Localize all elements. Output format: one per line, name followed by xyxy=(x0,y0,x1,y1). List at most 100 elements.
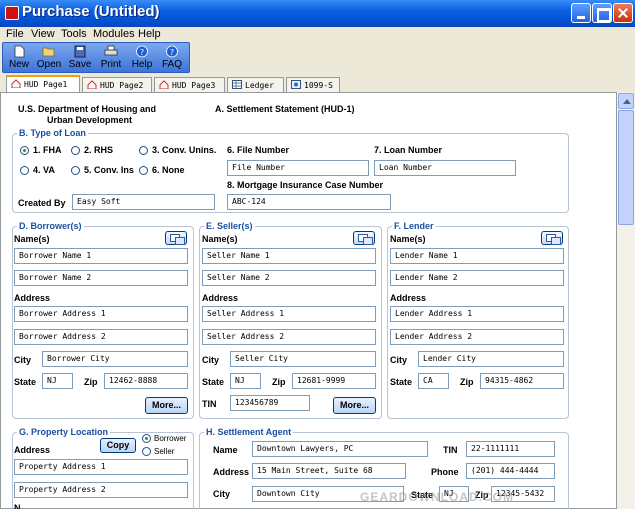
lender-name2-field[interactable]: Lender Name 2 xyxy=(390,270,564,286)
maximize-button[interactable] xyxy=(592,3,612,23)
radio-copy-borrower[interactable] xyxy=(142,434,151,443)
borrower-names-lookup-button[interactable] xyxy=(165,231,187,245)
seller-city-field[interactable]: Seller City xyxy=(230,351,376,367)
agent-tin-field[interactable]: 22-1111111 xyxy=(466,441,555,457)
property-next-label: N xyxy=(14,503,21,509)
lender-names-label: Name(s) xyxy=(390,234,426,244)
open-button[interactable]: Open xyxy=(35,44,63,73)
agent-address-field[interactable]: 15 Main Street, Suite 68 xyxy=(252,463,406,479)
borrower-zip-field[interactable]: 12462-8888 xyxy=(104,373,188,389)
borrower-state-label: State xyxy=(14,377,37,387)
department-line1: U.S. Department of Housing and xyxy=(18,104,157,114)
borrower-state-field[interactable]: NJ xyxy=(42,373,73,389)
seller-zip-field[interactable]: 12681-9999 xyxy=(292,373,376,389)
menu-view[interactable]: View xyxy=(31,28,55,40)
menu-modules[interactable]: Modules xyxy=(93,28,135,40)
open-folder-icon xyxy=(42,47,55,57)
lender-address1-field[interactable]: Lender Address 1 xyxy=(390,306,564,322)
radio-va[interactable] xyxy=(20,166,29,175)
seller-name1-field[interactable]: Seller Name 1 xyxy=(202,248,376,264)
new-button[interactable]: New xyxy=(6,44,32,73)
lender-names-lookup-button[interactable] xyxy=(541,231,563,245)
tab-ledger[interactable]: Ledger xyxy=(227,77,284,92)
menu-file[interactable]: File xyxy=(6,28,24,40)
seller-names-lookup-button[interactable] xyxy=(353,231,375,245)
radio-none[interactable] xyxy=(139,166,148,175)
borrower-address2-field[interactable]: Borrower Address 2 xyxy=(14,329,188,345)
seller-heading: E. Seller(s) xyxy=(204,221,255,231)
seller-names-label: Name(s) xyxy=(202,234,238,244)
tab-hud-page2[interactable]: HUD Page2 xyxy=(82,77,152,92)
agent-name-field[interactable]: Downtown Lawyers, PC xyxy=(252,441,428,457)
borrower-more-button[interactable]: More... xyxy=(145,397,188,414)
radio-conv-unins[interactable] xyxy=(139,146,148,155)
lender-address-label: Address xyxy=(390,293,427,303)
faq-button[interactable]: ? FAQ xyxy=(159,44,185,73)
borrower-name2-field[interactable]: Borrower Name 2 xyxy=(14,270,188,286)
lender-name1-field[interactable]: Lender Name 1 xyxy=(390,248,564,264)
agent-name-label: Name xyxy=(213,445,238,455)
loan-number-label: 7. Loan Number xyxy=(374,145,443,155)
seller-name2-field[interactable]: Seller Name 2 xyxy=(202,270,376,286)
window-title: Purchase (Untitled) xyxy=(22,3,160,20)
lender-city-field[interactable]: Lender City xyxy=(418,351,564,367)
radio-rhs-label: 2. RHS xyxy=(84,145,114,155)
property-copy-button[interactable]: Copy xyxy=(100,438,136,453)
seller-tin-field[interactable]: 123456789 xyxy=(230,395,310,411)
close-button[interactable] xyxy=(613,3,633,23)
tab-hud-page3[interactable]: HUD Page3 xyxy=(154,77,225,92)
scroll-up-button[interactable] xyxy=(618,93,634,109)
save-button[interactable]: Save xyxy=(66,44,94,73)
lender-state-label: State xyxy=(390,377,413,387)
tab-hud-page1[interactable]: HUD Page1 xyxy=(6,75,80,92)
seller-more-button[interactable]: More... xyxy=(333,397,376,414)
printer-icon xyxy=(104,45,118,56)
minimize-button[interactable] xyxy=(571,3,591,23)
print-button[interactable]: Print xyxy=(97,44,125,73)
seller-address-label: Address xyxy=(202,293,239,303)
radio-copy-seller[interactable] xyxy=(142,447,151,456)
menu-bar: File View Tools Modules Help xyxy=(0,27,635,41)
property-address2-field[interactable]: Property Address 2 xyxy=(14,482,188,498)
svg-text:?: ? xyxy=(170,48,174,57)
file-number-field[interactable]: File Number xyxy=(227,160,369,176)
lender-state-field[interactable]: CA xyxy=(418,373,449,389)
radio-none-label: 6. None xyxy=(152,165,185,175)
svg-text:?: ? xyxy=(140,48,144,57)
faq-button-label: FAQ xyxy=(161,59,182,70)
form-1099-icon xyxy=(291,80,301,89)
seller-city-label: City xyxy=(202,355,220,365)
borrower-name1-field[interactable]: Borrower Name 1 xyxy=(14,248,188,264)
borrower-address1-field[interactable]: Borrower Address 1 xyxy=(14,306,188,322)
menu-help[interactable]: Help xyxy=(138,28,161,40)
house-icon xyxy=(87,80,97,89)
agent-phone-field[interactable]: (201) 444-4444 xyxy=(466,463,555,479)
seller-address2-field[interactable]: Seller Address 2 xyxy=(202,329,376,345)
help-button-label: Help xyxy=(131,59,153,70)
seller-state-field[interactable]: NJ xyxy=(230,373,261,389)
agent-address-label: Address xyxy=(213,467,250,477)
radio-conv-ins[interactable] xyxy=(71,166,80,175)
department-line2: Urban Development xyxy=(47,115,133,125)
scroll-thumb[interactable] xyxy=(618,110,634,225)
mortgage-insurance-case-field[interactable]: ABC-124 xyxy=(227,194,391,210)
lender-zip-field[interactable]: 94315-4862 xyxy=(480,373,564,389)
seller-address1-field[interactable]: Seller Address 1 xyxy=(202,306,376,322)
agent-phone-label: Phone xyxy=(431,467,459,477)
toolbar: New Open Save Print ? Help ? FAQ xyxy=(2,42,190,73)
borrower-city-field[interactable]: Borrower City xyxy=(42,351,188,367)
lender-address2-field[interactable]: Lender Address 2 xyxy=(390,329,564,345)
open-button-label: Open xyxy=(36,59,62,70)
tab-1099-s[interactable]: 1099-S xyxy=(286,77,340,92)
borrower-names-label: Name(s) xyxy=(14,234,50,244)
help-button[interactable]: ? Help xyxy=(128,44,156,73)
tab-label: Ledger xyxy=(245,81,274,90)
created-by-field[interactable]: Easy Soft xyxy=(72,194,215,210)
house-icon xyxy=(11,79,21,88)
app-icon xyxy=(5,6,19,20)
radio-fha[interactable] xyxy=(20,146,29,155)
radio-rhs[interactable] xyxy=(71,146,80,155)
loan-number-field[interactable]: Loan Number xyxy=(374,160,516,176)
menu-tools[interactable]: Tools xyxy=(61,28,87,40)
property-address1-field[interactable]: Property Address 1 xyxy=(14,459,188,475)
